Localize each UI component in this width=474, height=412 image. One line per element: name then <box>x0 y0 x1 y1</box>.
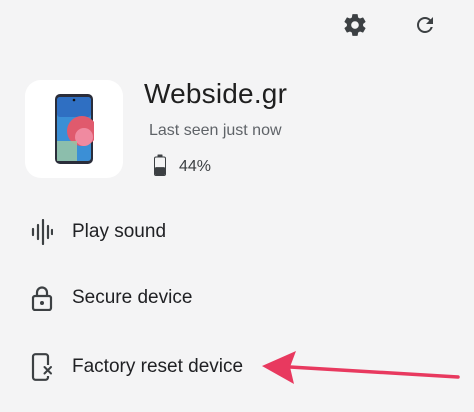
refresh-icon <box>413 13 437 37</box>
play-sound-action[interactable]: Play sound <box>22 212 176 252</box>
settings-button[interactable] <box>338 8 372 42</box>
refresh-button[interactable] <box>408 8 442 42</box>
secure-device-label: Secure device <box>72 287 193 308</box>
lock-icon <box>22 278 62 318</box>
device-name: Webside.gr <box>144 78 288 109</box>
gear-icon <box>342 12 368 38</box>
battery-percentage: 44% <box>179 158 212 175</box>
last-seen-status: Last seen just now <box>149 122 282 139</box>
factory-reset-action[interactable]: Factory reset device <box>22 347 253 387</box>
battery-icon <box>154 154 166 181</box>
sound-wave-icon <box>22 212 62 252</box>
device-image-card <box>25 80 123 178</box>
battery-status: 44% <box>154 154 212 181</box>
secure-device-action[interactable]: Secure device <box>22 278 202 318</box>
phone-image <box>55 94 94 164</box>
play-sound-label: Play sound <box>72 221 167 242</box>
factory-reset-label: Factory reset device <box>72 356 244 377</box>
phone-erase-icon <box>22 347 62 387</box>
